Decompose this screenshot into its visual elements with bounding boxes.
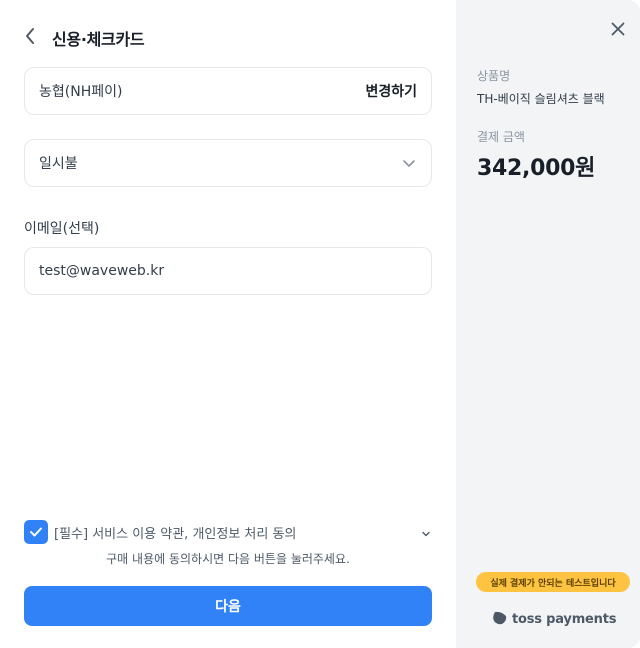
- email-value: test@waveweb.kr: [39, 263, 165, 279]
- payment-modal: 신용·체크카드 농협(NH페이) 변경하기 일시불 이메일(선택) test@w…: [0, 0, 640, 648]
- expand-terms-button[interactable]: [420, 526, 432, 538]
- card-name: 농협(NH페이): [39, 84, 123, 100]
- email-label: 이메일(선택): [24, 221, 100, 237]
- product-name: TH-베이직 슬림셔츠 블랙: [477, 92, 605, 106]
- installment-select[interactable]: 일시불: [24, 139, 432, 187]
- close-icon: [611, 21, 625, 40]
- header: 신용·체크카드: [24, 24, 145, 52]
- test-mode-badge: 실제 결제가 안되는 테스트입니다: [476, 572, 630, 592]
- order-summary-pane: 상품명 TH-베이직 슬림셔츠 블랙 결제 금액 342,000원 실제 결제가…: [456, 0, 640, 648]
- agreement-row: [필수] 서비스 이용 약관, 개인정보 처리 동의: [24, 520, 432, 544]
- payment-amount: 342,000원: [477, 156, 596, 181]
- card-select-field[interactable]: 농협(NH페이) 변경하기: [24, 67, 432, 115]
- brand-logo: toss payments: [492, 608, 616, 630]
- agreement-checkbox[interactable]: [24, 520, 48, 544]
- next-button[interactable]: 다음: [24, 586, 432, 626]
- amount-label: 결제 금액: [477, 130, 525, 144]
- check-icon: [29, 523, 43, 542]
- chevron-down-icon: [421, 523, 431, 542]
- agreement-text: [필수] 서비스 이용 약관, 개인정보 처리 동의: [54, 526, 297, 542]
- chevron-left-icon: [24, 27, 36, 49]
- page-title: 신용·체크카드: [52, 30, 145, 49]
- payment-form-pane: 신용·체크카드 농협(NH페이) 변경하기 일시불 이메일(선택) test@w…: [0, 0, 456, 648]
- close-button[interactable]: [608, 20, 628, 40]
- change-card-button[interactable]: 변경하기: [365, 81, 417, 101]
- chevron-down-icon: [401, 155, 417, 171]
- product-label: 상품명: [477, 69, 511, 83]
- back-button[interactable]: [24, 24, 44, 52]
- installment-value: 일시불: [39, 156, 78, 172]
- agreement-notice: 구매 내용에 동의하시면 다음 버튼을 눌러주세요.: [106, 552, 350, 566]
- brand-name: toss payments: [512, 611, 617, 627]
- toss-logo-icon: [492, 610, 508, 629]
- email-field[interactable]: test@waveweb.kr: [24, 247, 432, 295]
